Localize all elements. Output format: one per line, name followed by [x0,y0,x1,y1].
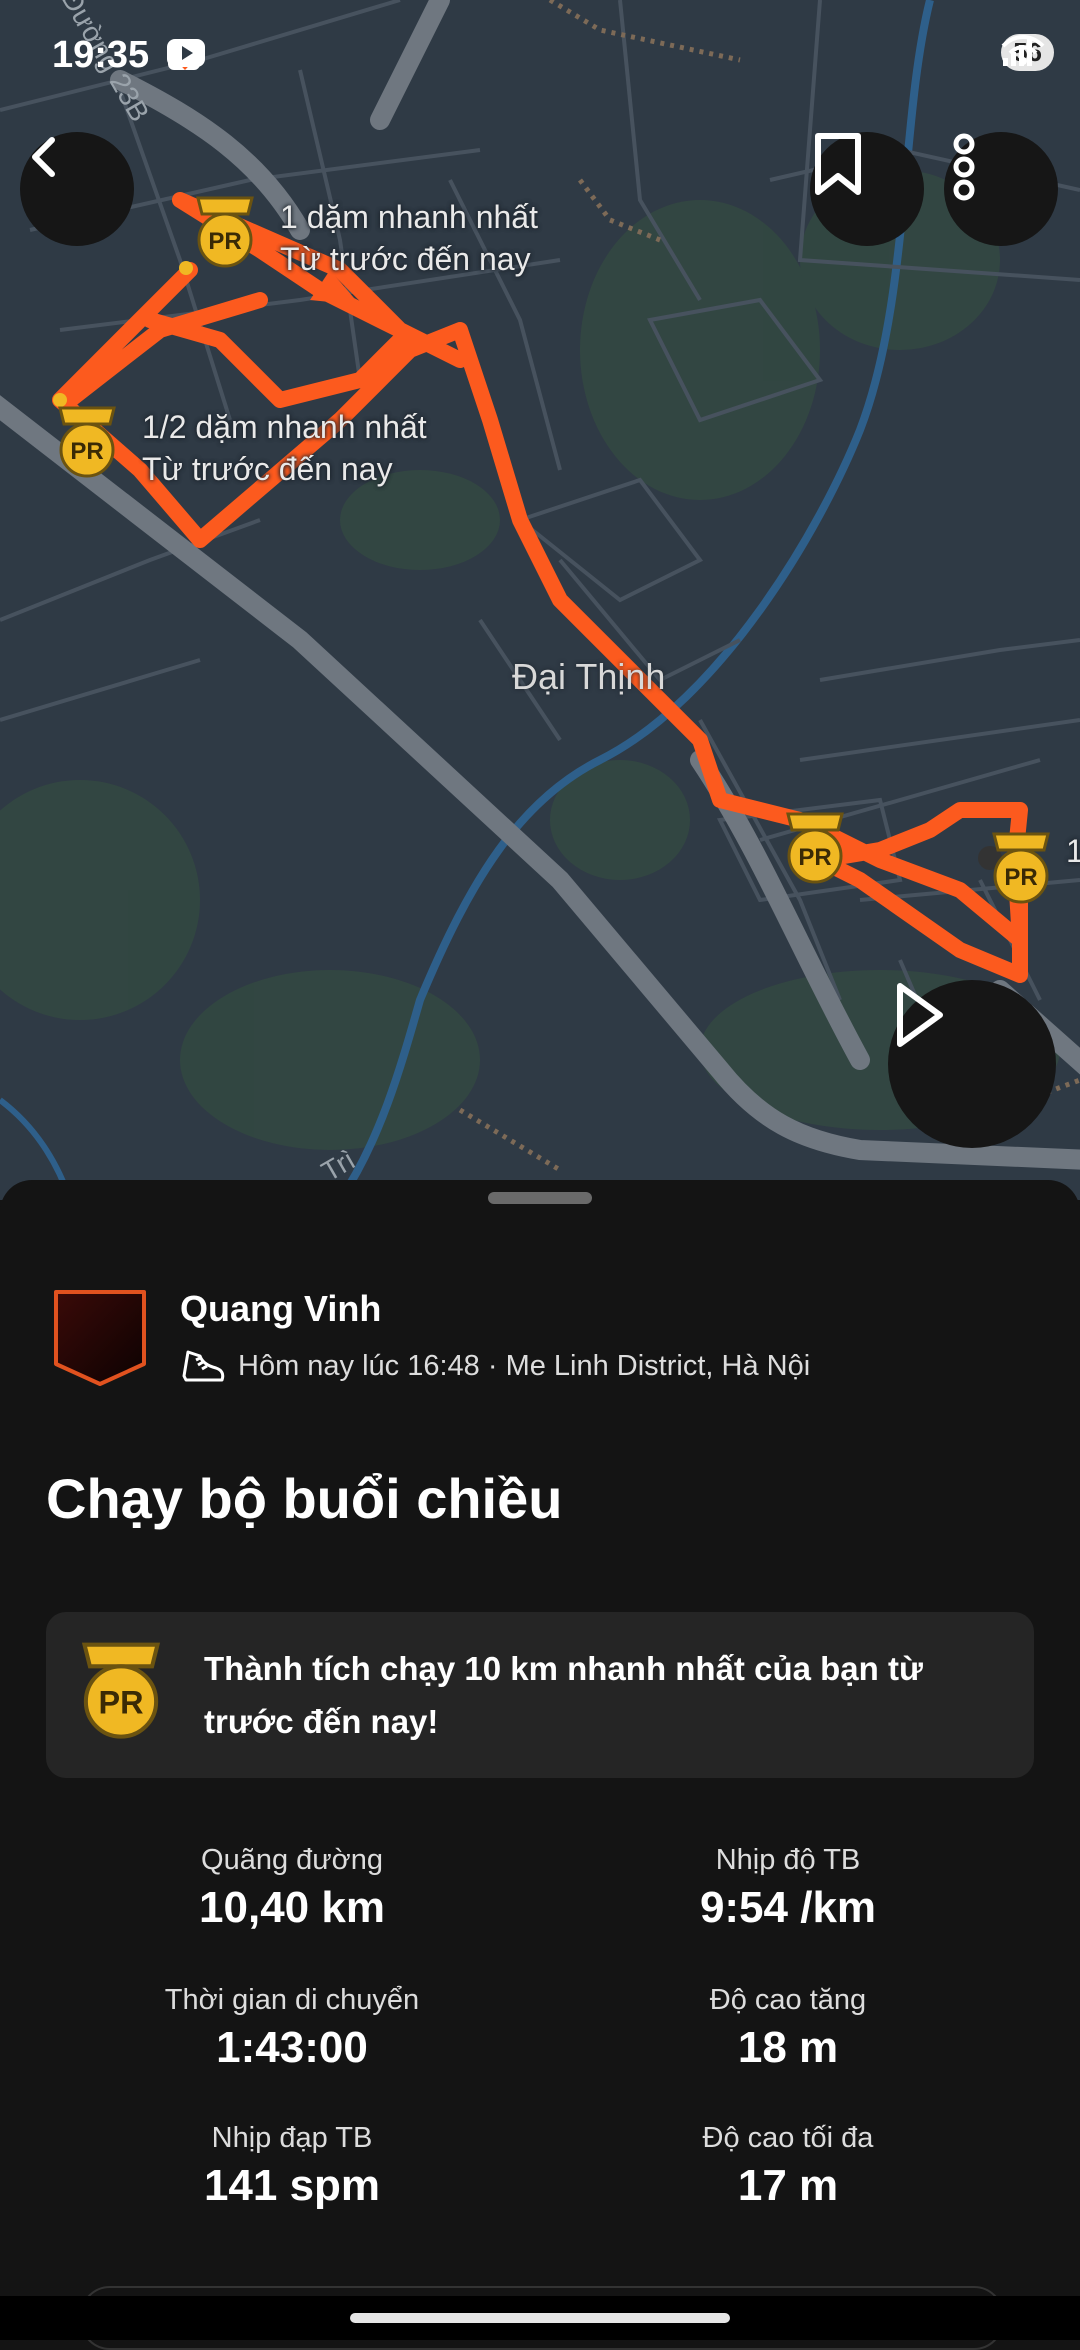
activity-meta-text: Hôm nay lúc 16:48 · Me Linh District, Hà… [238,1349,811,1382]
stat-distance: Quãng đường 10,40 km [22,1844,562,1933]
pr-medal-icon: PR [81,1642,161,1739]
dot-icon [168,40,178,50]
stat-label: Độ cao tăng [709,1984,867,2016]
stat-label: Thời gian di chuyển [164,1984,420,2016]
athlete-name[interactable]: Quang Vinh [180,1288,381,1330]
stat-value: 10,40 km [199,1883,385,1932]
stat-label: Quãng đường [201,1844,383,1876]
stat-value: 141 spm [203,2161,381,2210]
achievement-text: Thành tích chạy 10 km nhanh nhất của bạn… [204,1650,923,1740]
pr-badge-icon[interactable]: PR [56,406,118,480]
play-flyover-button[interactable] [888,980,1056,1148]
home-indicator[interactable] [350,2313,730,2323]
stat-label: Nhịp đạp TB [211,2122,373,2154]
stat-moving-time: Thời gian di chuyển 1:43:00 [22,1984,562,2073]
svg-text:PR: PR [70,438,103,465]
avatar[interactable] [52,1288,148,1388]
stat-label: Nhịp độ TB [715,1844,861,1876]
stat-value: 1:43:00 [216,2023,368,2072]
pr-badge-icon[interactable]: PR [784,812,846,886]
pr-badge-icon[interactable]: PR [990,832,1052,906]
pr-badge-icon[interactable]: PR [194,196,256,270]
bookmark-icon [815,133,861,195]
more-vertical-icon [953,133,975,201]
play-icon [897,983,943,1047]
pr-label-subtitle: Từ trước đến nay [280,241,531,277]
svg-text:PR: PR [798,844,831,871]
pr-label-subtitle: Từ trước đến nay [142,451,393,487]
svg-text:PR: PR [98,1685,143,1721]
stat-max-elevation: Độ cao tối đa 17 m [518,2122,1058,2211]
pr-edge-label: 1 [1066,833,1080,869]
bookmark-button[interactable] [810,132,924,246]
activity-title: Chạy bộ buổi chiều [46,1467,563,1530]
stat-elevation-gain: Độ cao tăng 18 m [518,1984,1058,2073]
stat-value: 17 m [737,2161,839,2210]
stat-avg-pace: Nhịp độ TB 9:54 /km [518,1844,1058,1933]
activity-meta: Hôm nay lúc 16:48 · Me Linh District, Hà… [180,1346,810,1386]
back-button[interactable] [20,132,134,246]
more-options-button[interactable] [944,132,1058,246]
pr-label-title: 1/2 dặm nhanh nhất [142,409,427,445]
drag-handle[interactable] [488,1192,592,1204]
status-bar: 19:35 [0,0,1080,112]
place-label: Đại Thịnh [512,656,666,697]
route-map[interactable]: Đường 23B Trì Đại Thịnh PR PR PR PR 1 1 … [0,0,1080,1200]
stat-value: 18 m [737,2023,839,2072]
svg-text:PR: PR [1004,864,1037,891]
achievement-card[interactable]: PR Thành tích chạy 10 km nhanh nhất của … [46,1612,1034,1778]
signal-icon [1003,37,1033,66]
status-time: 19:35 [52,34,150,76]
shoe-icon [182,1350,225,1382]
stat-value: 9:54 /km [699,1883,877,1932]
pr-label-mile: 1 dặm nhanh nhất Từ trước đến nay [280,196,538,280]
stat-label: Độ cao tối đa [702,2122,874,2154]
svg-text:PR: PR [208,228,241,255]
pr-label-title: 1 dặm nhanh nhất [280,199,538,235]
stat-avg-cadence: Nhịp đạp TB 141 spm [22,2122,562,2211]
pr-label-half-mile: 1/2 dặm nhanh nhất Từ trước đến nay [142,406,427,490]
back-arrow-icon [32,137,55,177]
activity-sheet[interactable]: Quang Vinh Hôm nay lúc 16:48 · Me Linh D… [0,1180,1080,2350]
